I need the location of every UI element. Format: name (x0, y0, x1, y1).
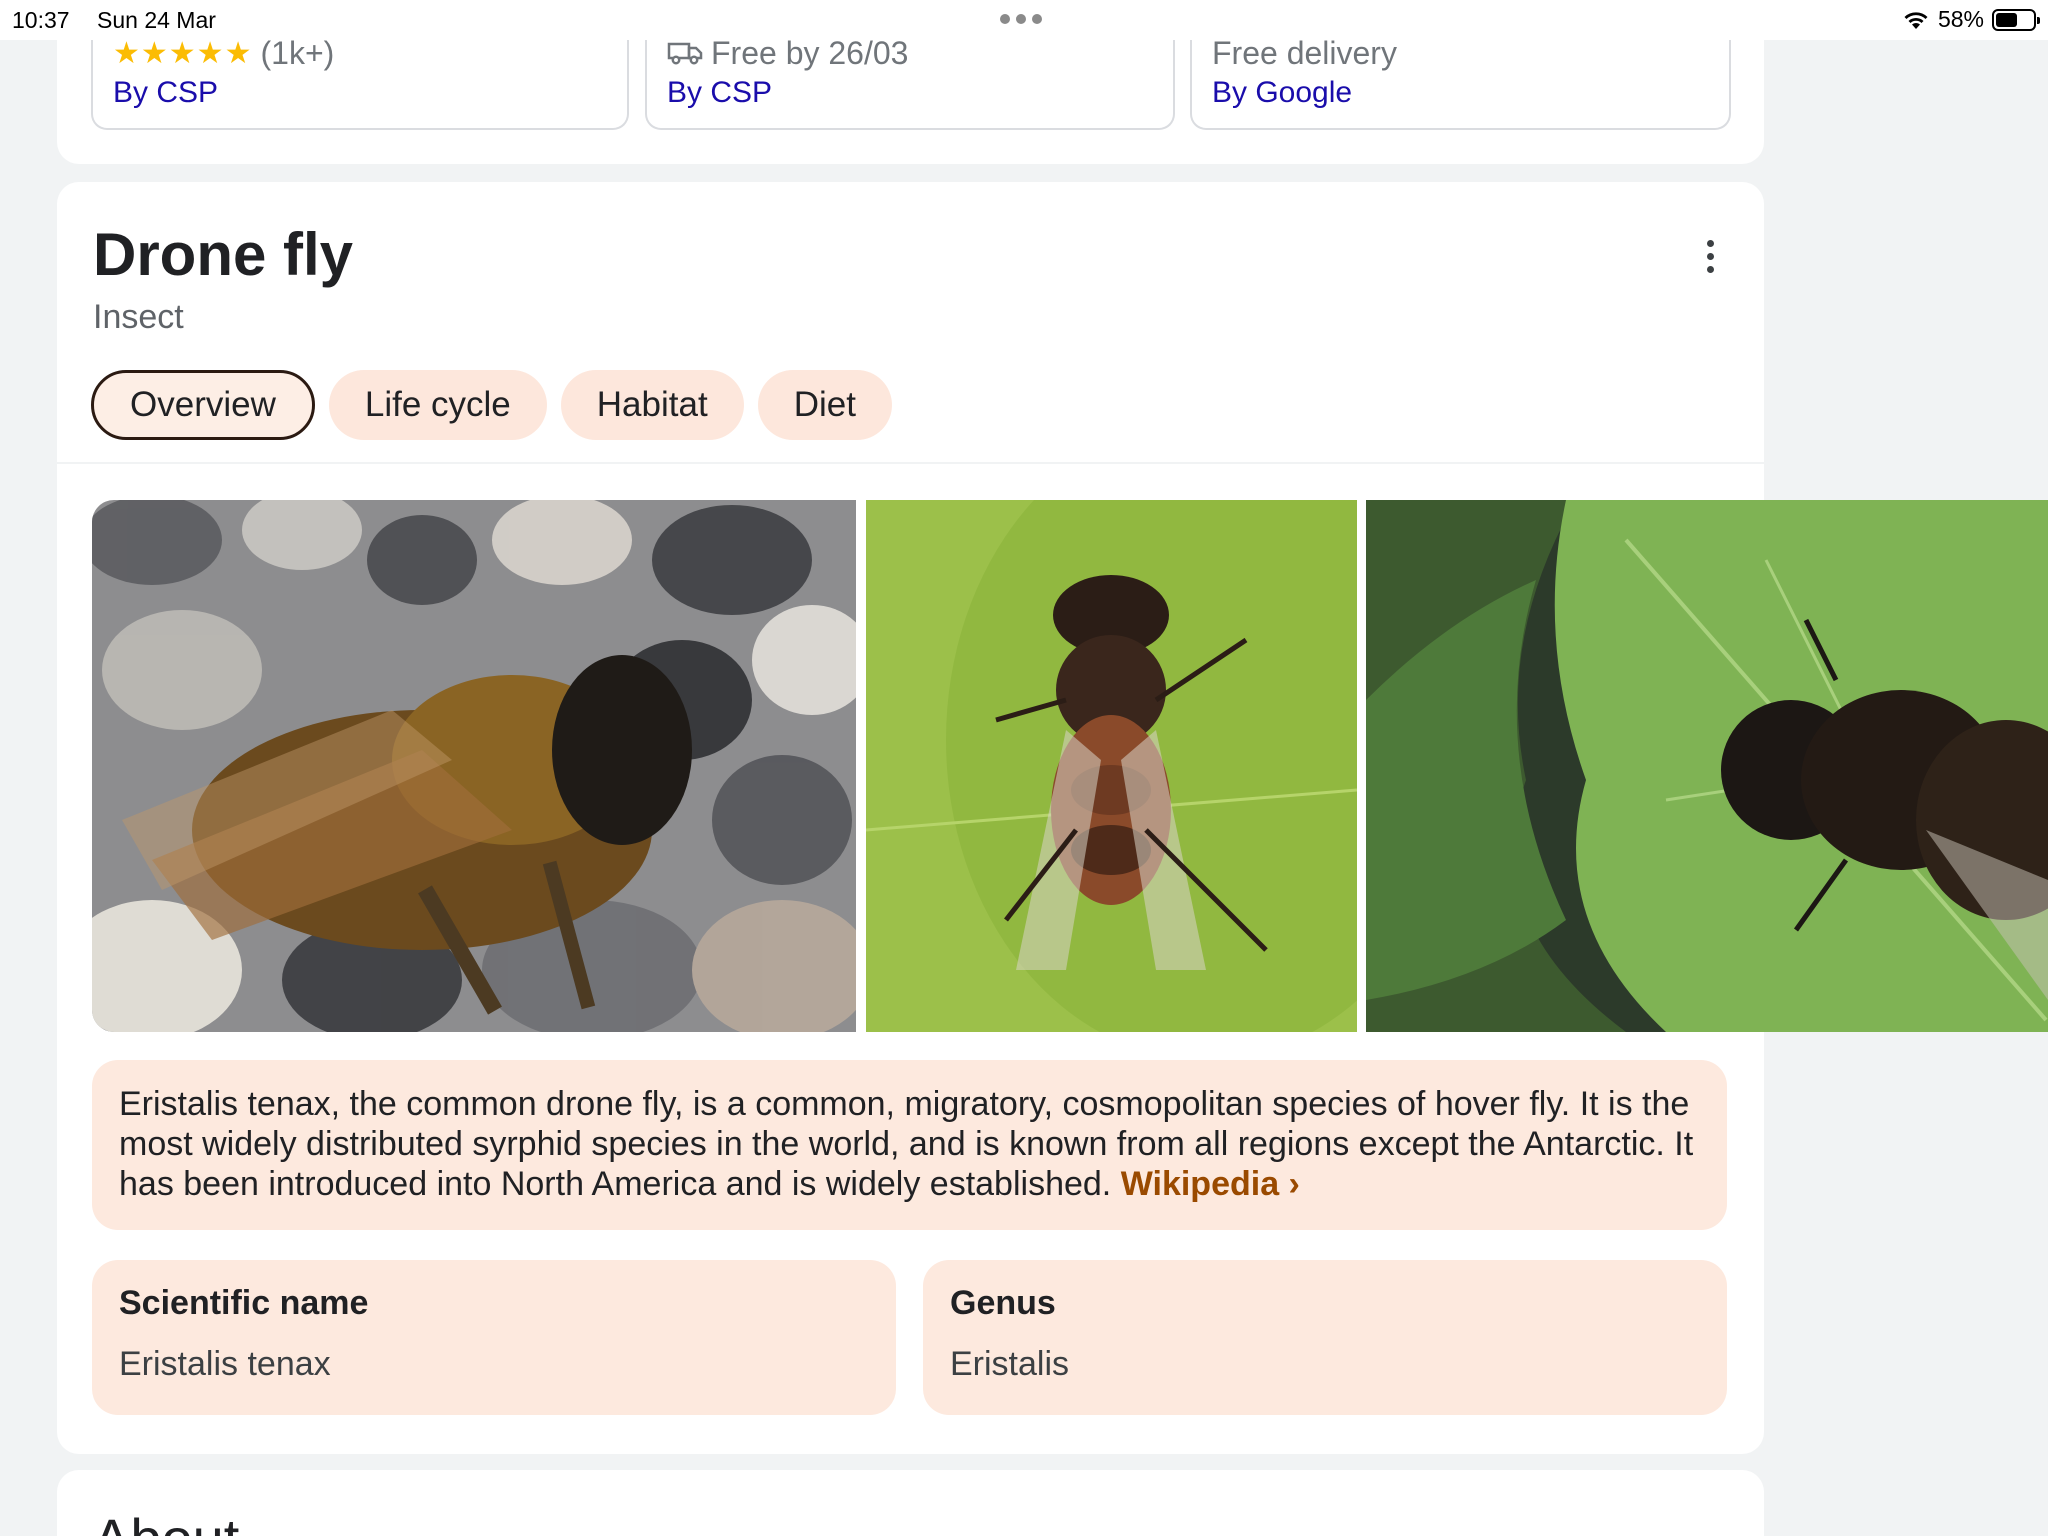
drone-fly-photo-3[interactable] (1366, 500, 2048, 1032)
about-title: About (93, 1506, 239, 1536)
status-time: 10:37 (12, 7, 70, 33)
entity-subtitle: Insect (93, 298, 184, 336)
divider (57, 462, 1764, 464)
status-date: Sun 24 Mar (97, 7, 216, 33)
wikipedia-link[interactable]: Wikipedia › (1121, 1165, 1300, 1203)
delivery-date: Free by 26/03 (711, 34, 909, 71)
topic-tabs: Overview Life cycle Habitat Diet (91, 370, 892, 440)
tab-habitat[interactable]: Habitat (560, 370, 744, 440)
offer-source-link[interactable]: By CSP (667, 76, 1153, 110)
fact-label: Genus (950, 1284, 1056, 1322)
entity-title: Drone fly (93, 221, 354, 288)
free-delivery-text: Free delivery (1212, 34, 1397, 71)
truck-icon (667, 40, 703, 66)
about-card: About (57, 1470, 1764, 1536)
star-rating-icon: ★★★★★ (113, 36, 253, 70)
tab-overview[interactable]: Overview (91, 370, 315, 440)
rating-count: (1k+) (260, 34, 335, 71)
offer-source-link[interactable]: By CSP (113, 76, 607, 110)
more-options-icon[interactable] (1686, 232, 1734, 280)
drone-fly-photo-1[interactable] (92, 500, 856, 1032)
status-bar: 10:37 Sun 24 Mar 58% (0, 0, 2048, 40)
fact-genus[interactable]: Genus Eristalis (923, 1260, 1727, 1415)
battery-icon (1992, 8, 2040, 31)
description-text: Eristalis tenax, the common drone fly, i… (119, 1085, 1694, 1203)
wifi-icon (1902, 9, 1930, 31)
multitasking-dots-icon[interactable] (1000, 14, 1042, 24)
tab-life-cycle[interactable]: Life cycle (328, 370, 547, 440)
tab-diet[interactable]: Diet (757, 370, 892, 440)
drone-fly-photo-2[interactable] (866, 500, 1357, 1032)
entity-description: Eristalis tenax, the common drone fly, i… (92, 1060, 1727, 1230)
offer-source-link[interactable]: By Google (1212, 76, 1709, 110)
battery-percentage: 58% (1937, 6, 1984, 32)
image-carousel[interactable] (92, 500, 2048, 1032)
fact-label: Scientific name (119, 1284, 369, 1322)
fact-scientific-name[interactable]: Scientific name Eristalis tenax (92, 1260, 896, 1415)
fact-value: Eristalis (950, 1345, 1070, 1383)
fact-value: Eristalis tenax (119, 1345, 331, 1383)
status-indicators: 58% (1902, 6, 2040, 33)
